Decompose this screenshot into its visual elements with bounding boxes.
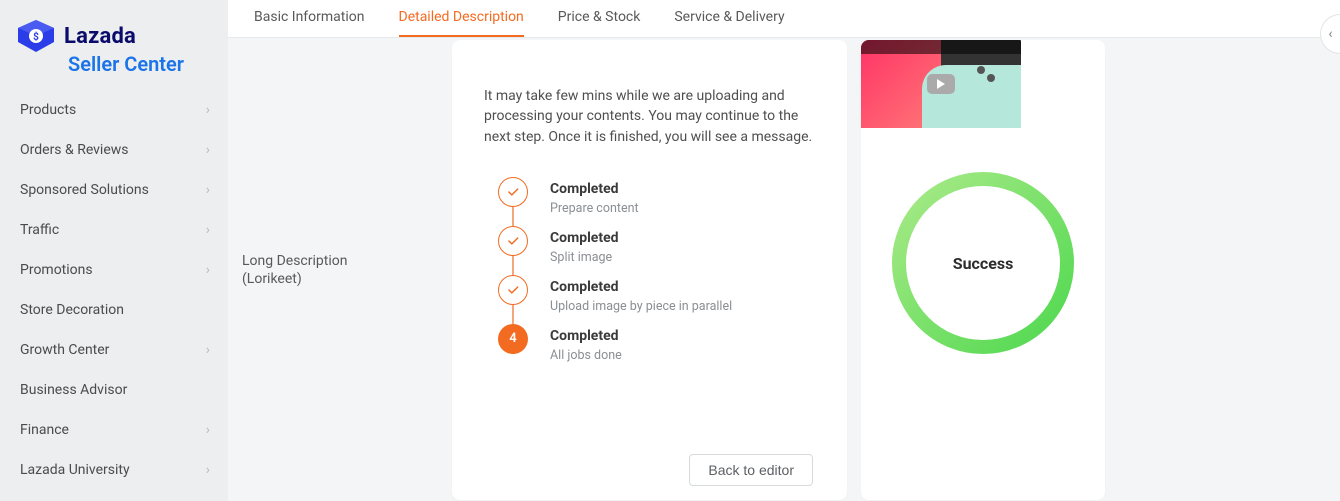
upload-step: Completed Split image (498, 226, 815, 265)
back-to-editor-button[interactable]: Back to editor (689, 454, 813, 486)
sidebar-item-finance[interactable]: Finance › (0, 410, 228, 450)
sidebar-item-products[interactable]: Products › (0, 90, 228, 130)
success-label: Success (888, 168, 1078, 358)
tab-service-delivery[interactable]: Service & Delivery (674, 9, 784, 37)
sidebar-item-label: Promotions (20, 262, 93, 278)
tab-price-stock[interactable]: Price & Stock (558, 9, 641, 37)
chevron-right-icon: › (206, 462, 210, 478)
step-subtitle: Prepare content (550, 201, 639, 216)
chevron-right-icon: › (206, 142, 210, 158)
svg-text:$: $ (33, 30, 39, 43)
upload-step: 4 Completed All jobs done (498, 324, 815, 363)
sidebar-item-label: Products (20, 102, 76, 118)
sidebar-item-label: Finance (20, 422, 69, 438)
upload-progress-card: It may take few mins while we are upload… (452, 40, 847, 500)
check-icon (498, 177, 528, 207)
sidebar-item-label: Traffic (20, 222, 59, 238)
sidebar-item-traffic[interactable]: Traffic › (0, 210, 228, 250)
chevron-right-icon: › (206, 342, 210, 358)
section-label-line2: (Lorikeet) (242, 270, 438, 288)
chevron-right-icon: › (206, 102, 210, 118)
sidebar-item-lazada-university[interactable]: Lazada University › (0, 450, 228, 490)
check-icon (498, 226, 528, 256)
upload-steps: Completed Prepare content Completed Spli… (484, 177, 815, 363)
section-label-line1: Long Description (242, 252, 438, 270)
sidebar-item-growth-center[interactable]: Growth Center › (0, 330, 228, 370)
sidebar-item-label: Business Advisor (20, 382, 127, 398)
sidebar-item-label: Store Decoration (20, 302, 124, 318)
sidebar-item-label: Lazada University (20, 462, 130, 478)
sidebar-item-store-decoration[interactable]: Store Decoration (0, 290, 228, 330)
step-number-icon: 4 (498, 324, 528, 354)
sidebar-item-sponsored-solutions[interactable]: Sponsored Solutions › (0, 170, 228, 210)
preview-card: Success (861, 40, 1105, 500)
chevron-right-icon: › (206, 222, 210, 238)
upload-step: Completed Prepare content (498, 177, 815, 216)
upload-step: Completed Upload image by piece in paral… (498, 275, 815, 314)
brand-block: $ Lazada Seller Center (0, 10, 228, 90)
tab-bar: Basic Information Detailed Description P… (228, 0, 1340, 38)
step-subtitle: Split image (550, 250, 619, 265)
tab-basic-information[interactable]: Basic Information (254, 9, 365, 37)
sidebar-item-label: Orders & Reviews (20, 142, 129, 158)
tab-detailed-description[interactable]: Detailed Description (399, 9, 524, 37)
check-icon (498, 275, 528, 305)
sidebar: $ Lazada Seller Center Products › Orders… (0, 0, 228, 501)
step-title: Completed (550, 181, 639, 197)
video-thumbnail[interactable] (861, 40, 1021, 128)
step-subtitle: Upload image by piece in parallel (550, 299, 732, 314)
sidebar-item-promotions[interactable]: Promotions › (0, 250, 228, 290)
step-title: Completed (550, 279, 732, 295)
brand-subtitle: Seller Center (68, 52, 212, 76)
main-area: Basic Information Detailed Description P… (228, 0, 1340, 501)
sidebar-item-orders-reviews[interactable]: Orders & Reviews › (0, 130, 228, 170)
brand-name: Lazada (64, 24, 136, 49)
step-title: Completed (550, 230, 619, 246)
success-ring: Success (888, 168, 1078, 358)
play-icon (927, 74, 955, 94)
chevron-left-icon: ‹ (1328, 26, 1332, 42)
sidebar-item-business-advisor[interactable]: Business Advisor (0, 370, 228, 410)
chevron-right-icon: › (206, 262, 210, 278)
chevron-right-icon: › (206, 182, 210, 198)
section-label: Long Description (Lorikeet) (242, 40, 438, 288)
sidebar-item-label: Sponsored Solutions (20, 182, 149, 198)
upload-intro-text: It may take few mins while we are upload… (484, 86, 815, 147)
chevron-right-icon: › (206, 422, 210, 438)
step-subtitle: All jobs done (550, 348, 622, 363)
sidebar-item-label: Growth Center (20, 342, 109, 358)
lazada-logo-icon: $ (16, 18, 56, 54)
step-title: Completed (550, 328, 622, 344)
